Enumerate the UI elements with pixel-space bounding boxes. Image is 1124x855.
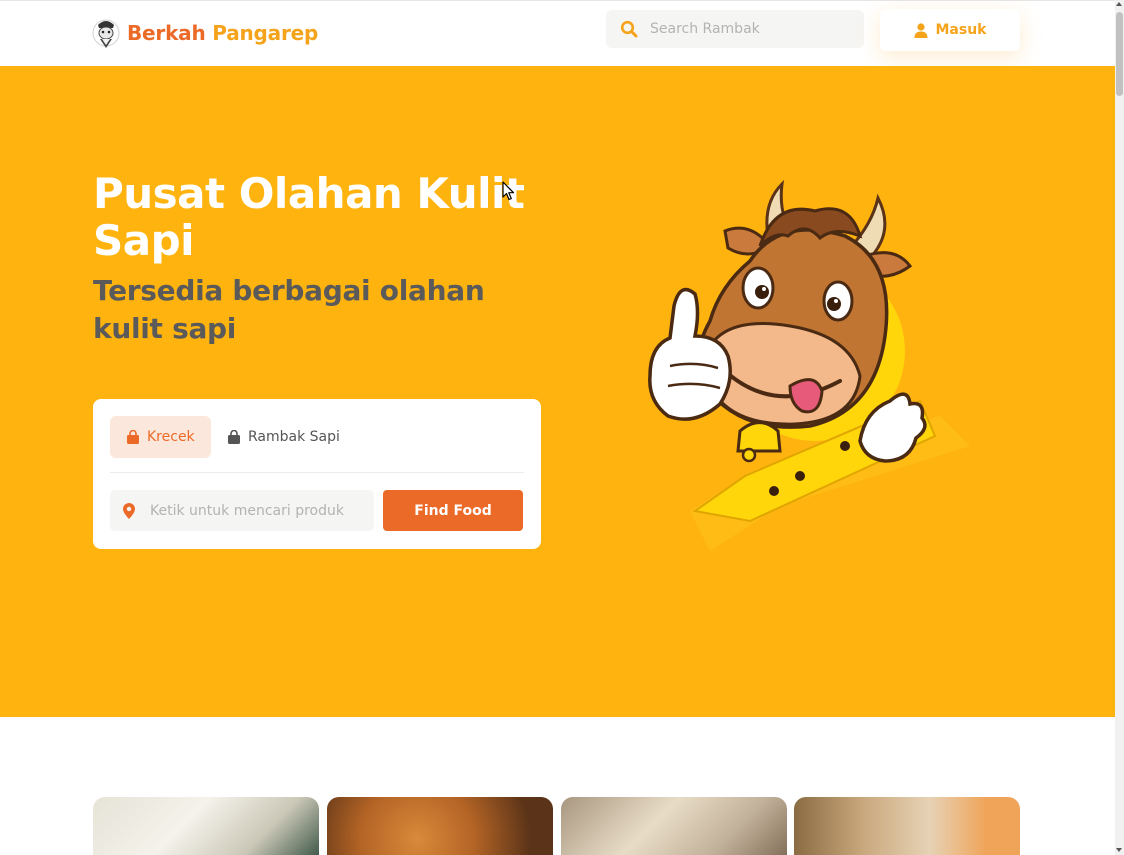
tab-rambak-sapi[interactable]: Rambak Sapi xyxy=(211,416,356,458)
card-divider xyxy=(110,472,524,473)
find-food-button[interactable]: Find Food xyxy=(383,490,523,531)
product-image-packaged[interactable] xyxy=(794,797,1020,855)
tab-rambak-label: Rambak Sapi xyxy=(248,429,340,445)
shopping-bag-icon xyxy=(127,430,139,444)
product-image-rambak-squares[interactable] xyxy=(561,797,787,855)
brand-name-part1: Berkah xyxy=(127,21,206,45)
mascot-logo-icon xyxy=(92,19,120,48)
product-image-fried-skin-bowl[interactable] xyxy=(327,797,553,855)
page: Berkah Pangarep Masuk Pusat Olahan Kulit… xyxy=(0,0,1115,855)
search-icon xyxy=(620,20,638,38)
product-search-input[interactable] xyxy=(150,502,350,519)
product-gallery xyxy=(93,797,1023,855)
hero-section: Pusat Olahan Kulit Sapi Tersedia berbaga… xyxy=(0,66,1115,717)
login-label: Masuk xyxy=(935,22,987,38)
user-icon xyxy=(914,22,927,38)
product-image-krupuk[interactable] xyxy=(93,797,319,855)
tab-krecek-label: Krecek xyxy=(147,429,195,445)
hero-subtitle: Tersedia berbagai olahan kulit sapi xyxy=(93,274,485,345)
product-search-card: Krecek Rambak Sapi Find Food xyxy=(93,399,541,549)
brand-name-part2: Pangarep xyxy=(212,21,319,45)
hero-title: Pusat Olahan Kulit Sapi xyxy=(93,169,525,265)
navbar-search xyxy=(606,10,864,48)
vertical-scrollbar[interactable] xyxy=(1115,0,1124,855)
cow-mascot-illustration xyxy=(648,179,970,551)
scroll-down-arrow-icon[interactable] xyxy=(1116,848,1122,852)
navbar: Berkah Pangarep Masuk xyxy=(0,0,1115,66)
location-field xyxy=(110,490,374,531)
tab-krecek[interactable]: Krecek xyxy=(110,416,211,458)
map-pin-icon xyxy=(123,502,135,519)
search-input[interactable] xyxy=(650,21,850,37)
scroll-up-arrow-icon[interactable] xyxy=(1116,2,1122,6)
scroll-thumb[interactable] xyxy=(1116,12,1123,96)
mouse-cursor-icon xyxy=(502,181,515,201)
brand-name: Berkah Pangarep xyxy=(127,21,318,45)
login-button[interactable]: Masuk xyxy=(880,9,1020,51)
shopping-bag-icon xyxy=(228,430,240,444)
brand[interactable]: Berkah Pangarep xyxy=(92,15,318,51)
